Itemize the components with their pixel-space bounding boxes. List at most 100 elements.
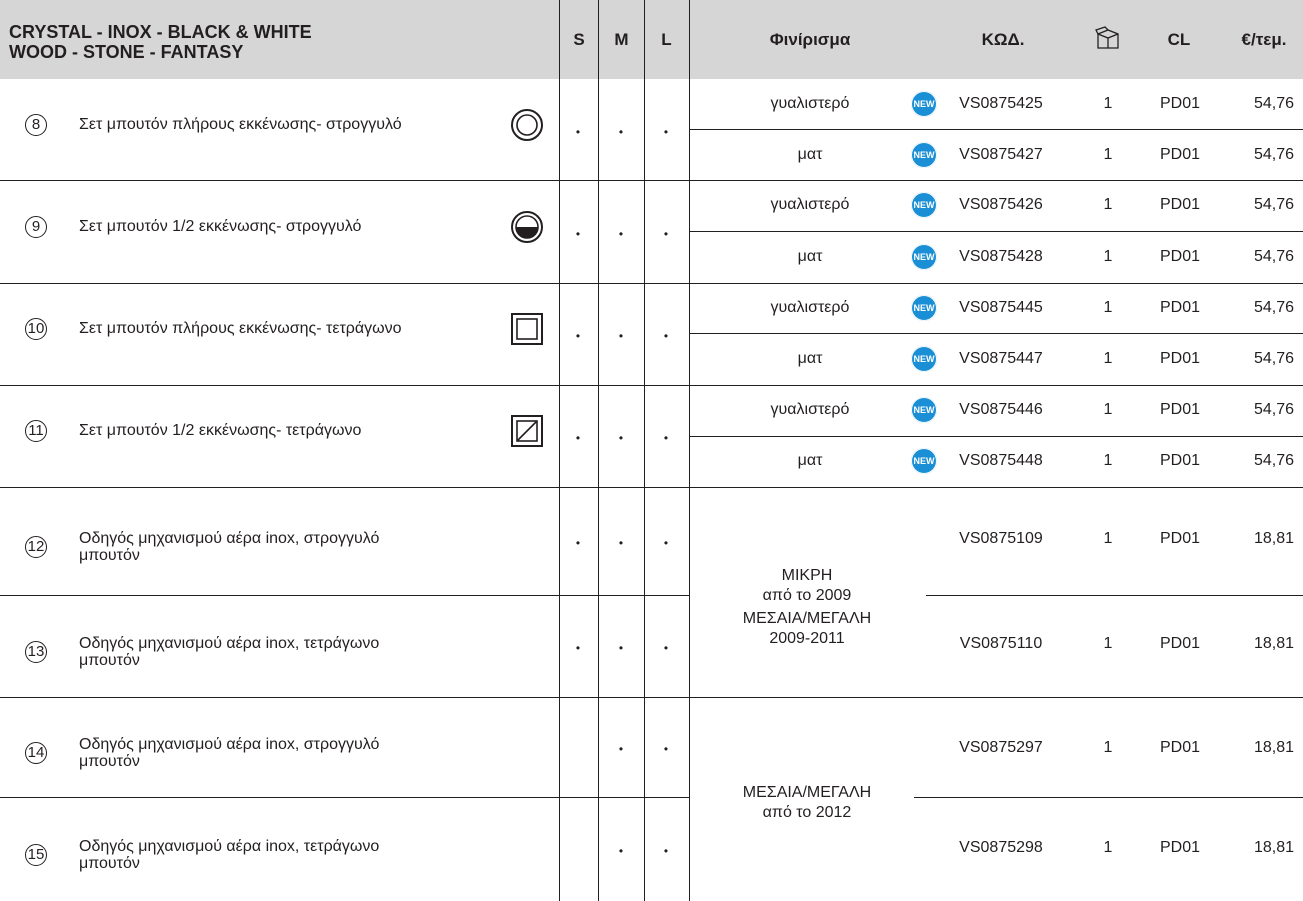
box-quantity: 1 — [1103, 739, 1113, 756]
box-quantity: 1 — [1103, 196, 1113, 213]
unit-price: 54,76 — [1253, 350, 1294, 367]
product-code: VS0875447 — [959, 350, 1043, 367]
row-divider — [0, 283, 1303, 284]
cl-code: PD01 — [1159, 839, 1201, 856]
size-m-available: • — [618, 431, 624, 445]
column-header-box — [1086, 0, 1130, 79]
item-description-line1: Οδηγός μηχανισμού αέρα inox, τετράγωνο — [79, 838, 380, 855]
box-quantity: 1 — [1103, 95, 1113, 112]
merged-finish-line1: ΜΕΣΑΙΑ/ΜΕΓΑΛΗ — [742, 610, 872, 627]
item-description: Σετ μπουτόν 1/2 εκκένωσης- τετράγωνο — [79, 422, 519, 439]
column-header-m: M — [614, 30, 629, 49]
unit-price: 54,76 — [1253, 196, 1294, 213]
unit-price: 54,76 — [1253, 299, 1294, 316]
finish-value: ματ — [797, 146, 823, 163]
row-divider — [0, 697, 1303, 698]
finish-value: ματ — [797, 350, 823, 367]
size-l-available: • — [663, 742, 669, 756]
finish-value: γυαλιστερό — [770, 196, 850, 213]
box-quantity: 1 — [1103, 452, 1113, 469]
cl-code: PD01 — [1159, 95, 1201, 112]
size-s-available: • — [575, 536, 581, 550]
unit-price: 18,81 — [1253, 839, 1294, 856]
new-badge: NEW — [911, 295, 937, 321]
item-description-line2: μπουτόν — [79, 855, 140, 872]
unit-price: 54,76 — [1253, 95, 1294, 112]
product-code: VS0875425 — [959, 95, 1043, 112]
column-header-cl: CL — [1167, 30, 1191, 49]
table-header: CRYSTAL - INOX - BLACK & WHITE WOOD - ST… — [0, 0, 1303, 79]
size-l-available: • — [663, 641, 669, 655]
item-description: Οδηγός μηχανισμού αέρα inox, τετράγωνο μπ… — [79, 838, 519, 872]
header-title-line2: WOOD - STONE - FANTASY — [9, 42, 244, 62]
product-code: VS0875110 — [959, 635, 1043, 652]
row-divider — [926, 595, 1303, 596]
box-quantity: 1 — [1103, 839, 1113, 856]
column-header-code: ΚΩΔ. — [981, 30, 1025, 49]
box-icon — [1095, 25, 1119, 49]
item-description: Οδηγός μηχανισμού αέρα inox, στρογγυλό μπ… — [79, 736, 519, 770]
size-l-available: • — [663, 844, 669, 858]
item-number-badge: 11 — [25, 420, 47, 442]
size-m-available: • — [618, 844, 624, 858]
size-s-available: • — [575, 329, 581, 343]
merged-finish-label: ΜΙΚΡΗ από το 2009 — [694, 566, 920, 606]
unit-price: 54,76 — [1253, 401, 1294, 418]
product-code: VS0875109 — [959, 530, 1043, 547]
size-m-available: • — [618, 124, 624, 139]
product-code: VS0875426 — [959, 196, 1043, 213]
header-title-line1: CRYSTAL - INOX - BLACK & WHITE — [9, 22, 312, 42]
item-description: Σετ μπουτόν πλήρους εκκένωσης- τετράγωνο — [79, 320, 519, 337]
size-m-available: • — [618, 742, 624, 756]
item-description-line1: Οδηγός μηχανισμού αέρα inox, στρογγυλό — [79, 736, 380, 753]
size-m-available: • — [618, 641, 624, 655]
new-badge: NEW — [911, 244, 937, 270]
cl-code: PD01 — [1159, 530, 1201, 547]
size-m-available: • — [618, 226, 624, 241]
row-divider — [914, 797, 1303, 798]
item-description: Οδηγός μηχανισμού αέρα inox, στρογγυλό μπ… — [79, 530, 519, 564]
merged-finish-line2: από το 2012 — [762, 804, 852, 821]
size-m-available: • — [618, 329, 624, 343]
column-header-finish: Φινίρισμα — [769, 30, 851, 49]
item-description-line1: Σετ μπουτόν 1/2 εκκένωσης- στρογγυλό — [79, 217, 362, 235]
cl-code: PD01 — [1159, 452, 1201, 469]
column-header-s: S — [573, 30, 585, 49]
round-half-flush-icon — [511, 210, 543, 243]
item-number-badge: 15 — [25, 844, 47, 866]
product-code: VS0875297 — [959, 739, 1043, 756]
size-s-available: • — [575, 641, 581, 655]
finish-value: γυαλιστερό — [770, 401, 850, 418]
column-divider — [644, 0, 645, 901]
product-code: VS0875445 — [959, 299, 1043, 316]
cl-code: PD01 — [1159, 739, 1201, 756]
item-description-line1: Σετ μπουτόν 1/2 εκκένωσης- τετράγωνο — [79, 422, 362, 439]
merged-finish-line2: από το 2009 — [762, 587, 852, 604]
item-number-badge: 13 — [25, 641, 47, 663]
box-quantity: 1 — [1103, 401, 1113, 418]
row-divider — [689, 333, 1303, 334]
new-badge: NEW — [911, 346, 937, 372]
new-badge: NEW — [911, 192, 937, 218]
column-header-l: L — [661, 30, 672, 49]
square-half-flush-icon — [511, 415, 543, 447]
product-code: VS0875428 — [959, 248, 1043, 265]
unit-price: 18,81 — [1253, 530, 1294, 547]
item-description-line2: μπουτόν — [79, 753, 140, 770]
item-description-line1: Σετ μπουτόν πλήρους εκκένωσης- στρογγυλό — [79, 115, 402, 133]
cl-code: PD01 — [1159, 146, 1201, 163]
merged-finish-label: ΜΕΣΑΙΑ/ΜΕΓΑΛΗ από το 2012 — [694, 783, 920, 823]
box-quantity: 1 — [1103, 530, 1113, 547]
item-description-line1: Οδηγός μηχανισμού αέρα inox, στρογγυλό — [79, 530, 380, 547]
finish-value: ματ — [797, 452, 823, 469]
merged-finish-label: ΜΕΣΑΙΑ/ΜΕΓΑΛΗ 2009-2011 — [694, 609, 920, 649]
item-description-line2: μπουτόν — [79, 547, 140, 564]
size-l-available: • — [663, 226, 669, 241]
row-divider — [689, 436, 1303, 437]
size-l-available: • — [663, 329, 669, 343]
cl-code: PD01 — [1159, 248, 1201, 265]
unit-price: 54,76 — [1253, 248, 1294, 265]
row-divider — [0, 487, 1303, 488]
unit-price: 18,81 — [1253, 635, 1294, 652]
box-quantity: 1 — [1103, 350, 1113, 367]
